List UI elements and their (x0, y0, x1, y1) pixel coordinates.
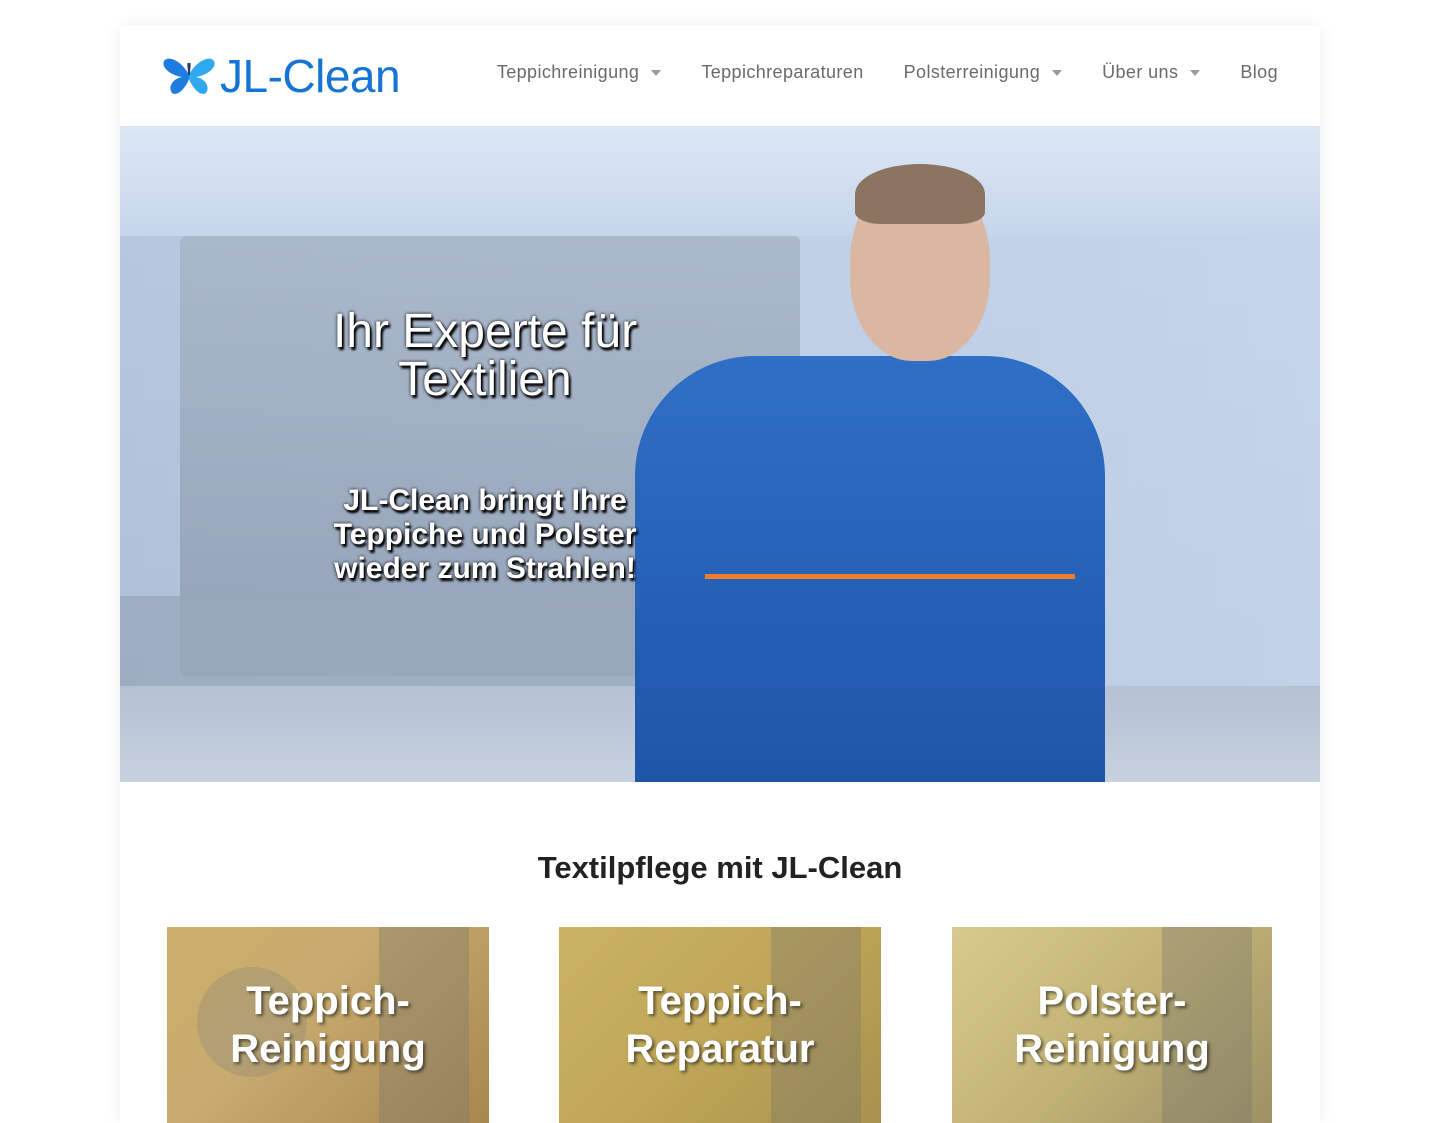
page-container: JL-Clean Teppichreinigung Teppichreparat… (120, 26, 1320, 1123)
nav-item-teppichreparaturen[interactable]: Teppichreparaturen (701, 62, 863, 83)
hero-worker-figure (635, 356, 1105, 782)
nav-item-blog[interactable]: Blog (1240, 62, 1278, 83)
nav-item-label: Über uns (1102, 62, 1179, 82)
caret-down-icon (651, 69, 662, 76)
nav-item-label: Polsterreinigung (903, 62, 1041, 82)
card-label: Teppich-Reparatur (625, 979, 815, 1071)
hero-background-ceiling (120, 126, 1320, 236)
service-card-polster-reinigung[interactable]: Polster-Reinigung (952, 927, 1272, 1123)
site-header: JL-Clean Teppichreinigung Teppichreparat… (120, 26, 1320, 126)
card-label: Polster-Reinigung (1014, 979, 1210, 1071)
hero-title: Ihr Experte für Textilien (332, 305, 638, 406)
section-title: Textilpflege mit JL-Clean (537, 850, 903, 885)
caret-down-icon (1190, 69, 1201, 76)
nav-item-label: Teppichreparaturen (701, 62, 864, 82)
nav-item-teppichreinigung[interactable]: Teppichreinigung (497, 62, 662, 83)
hero-subtitle: JL-Clean bringt Ihre Teppiche und Polste… (333, 484, 637, 585)
nav-item-polsterreinigung[interactable]: Polsterreinigung (903, 62, 1063, 83)
logo-link[interactable]: JL-Clean (162, 50, 401, 102)
nav-item-ueber-uns[interactable]: Über uns (1102, 62, 1201, 83)
nav-item-label: Teppichreinigung (496, 62, 640, 82)
hero-worker-stripe (705, 574, 1075, 579)
logo-text: JL-Clean (220, 50, 401, 102)
service-card-teppich-reinigung[interactable]: Teppich-Reinigung (167, 927, 489, 1123)
main-nav: Teppichreinigung Teppichreparaturen Pols… (497, 62, 1278, 83)
card-label: Teppich-Reinigung (230, 979, 426, 1071)
caret-down-icon (1052, 69, 1063, 76)
butterfly-icon (163, 58, 215, 94)
hero-worker-hair (855, 164, 985, 224)
nav-item-label: Blog (1240, 62, 1278, 82)
service-card-teppich-reparatur[interactable]: Teppich-Reparatur (559, 927, 881, 1123)
hero-banner: Ihr Experte für Textilien JL-Clean bring… (120, 126, 1320, 782)
